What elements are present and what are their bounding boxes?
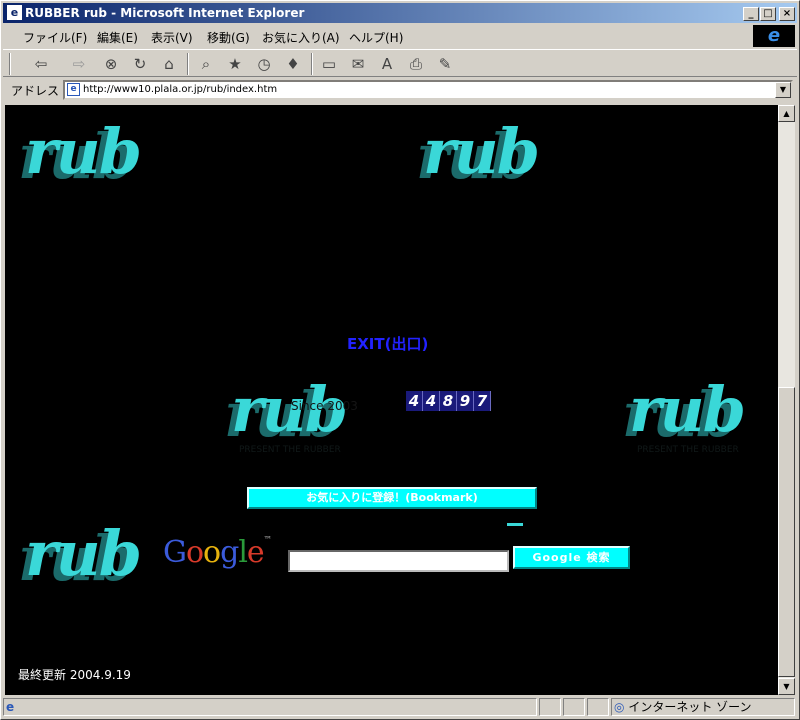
decorative-dash <box>507 523 523 526</box>
status-cell <box>539 698 561 716</box>
page-status-icon: e <box>6 700 15 714</box>
address-bar: アドレス e http://www10.plala.or.jp/rub/inde… <box>3 79 797 101</box>
maximize-button[interactable]: □ <box>760 7 776 21</box>
status-text: e <box>3 698 537 716</box>
rub-logo-subtext: PRESENT THE RUBBER <box>239 445 341 455</box>
last-updated: 最終更新 2004.9.19 <box>18 666 131 683</box>
address-url: http://www10.plala.or.jp/rub/index.htm <box>83 84 278 95</box>
scroll-thumb[interactable] <box>778 387 795 677</box>
standard-toolbar: ⇦ ⇨ ⊗ ↻ ⌂ ⌕ ★ ◷ ♦ ▭ ✉ A ⎙ ✎ <box>3 49 797 77</box>
globe-icon: ◎ <box>614 700 625 714</box>
status-cell <box>563 698 585 716</box>
address-label: アドレス <box>11 84 60 98</box>
since-text: Since 2003 <box>291 399 358 413</box>
browser-window: e RUBBER rub - Microsoft Internet Explor… <box>0 0 800 720</box>
scroll-up-icon[interactable]: ▲ <box>778 105 795 122</box>
menu-favorites[interactable]: お気に入り(A) <box>262 29 340 46</box>
page-content: rub rub EXIT(出口) rub PRESENT THE RUBBER … <box>5 105 778 695</box>
refresh-icon[interactable]: ↻ <box>129 53 151 75</box>
last-updated-date: 2004.9.19 <box>69 668 131 682</box>
google-logo: Google™ <box>163 535 272 570</box>
font-icon[interactable]: A <box>376 53 398 75</box>
home-icon[interactable]: ⌂ <box>158 53 180 75</box>
stop-icon[interactable]: ⊗ <box>100 53 122 75</box>
menu-view[interactable]: 表示(V) <box>151 29 193 46</box>
google-search-input[interactable] <box>288 550 509 572</box>
counter-digit: 8 <box>440 391 457 411</box>
edit-icon[interactable]: ✎ <box>434 53 456 75</box>
address-input[interactable]: e http://www10.plala.or.jp/rub/index.htm… <box>63 80 793 100</box>
access-counter: 4 4 8 9 7 <box>406 391 491 411</box>
toolbar-separator <box>187 53 189 75</box>
zone-label: インターネット ゾーン <box>628 700 752 714</box>
google-search-button[interactable]: Google 検索 <box>513 546 630 569</box>
ie-app-icon: e <box>7 5 22 20</box>
menu-edit[interactable]: 編集(E) <box>97 29 138 46</box>
rub-logo-subtext: PRESENT THE RUBBER <box>637 445 739 455</box>
counter-digit: 4 <box>406 391 423 411</box>
menu-help[interactable]: ヘルプ(H) <box>349 29 403 46</box>
search-icon[interactable]: ⌕ <box>195 53 217 75</box>
rub-logo: rub <box>423 115 540 188</box>
mail-icon[interactable]: ✉ <box>347 53 369 75</box>
counter-digit: 7 <box>474 391 491 411</box>
menu-bar: ファイル(F) 編集(E) 表示(V) 移動(G) お気に入り(A) ヘルプ(H… <box>3 25 751 47</box>
ie-throbber-logo: e <box>753 25 795 47</box>
scroll-down-icon[interactable]: ▼ <box>778 678 795 695</box>
print-icon[interactable]: ⎙ <box>405 53 427 75</box>
rub-logo: rub <box>629 373 746 446</box>
status-cell <box>587 698 609 716</box>
toolbar-separator <box>311 53 313 75</box>
fullscreen-icon[interactable]: ▭ <box>318 53 340 75</box>
channels-icon[interactable]: ♦ <box>282 53 304 75</box>
exit-link[interactable]: EXIT(出口) <box>347 333 428 354</box>
bookmark-button[interactable]: お気に入りに登録！(Bookmark) <box>247 487 537 509</box>
title-bar[interactable]: e RUBBER rub - Microsoft Internet Explor… <box>3 3 797 23</box>
forward-icon[interactable]: ⇨ <box>61 53 97 75</box>
status-bar: e ◎ インターネット ゾーン <box>3 697 797 717</box>
window-title: RUBBER rub - Microsoft Internet Explorer <box>25 6 305 20</box>
google-tm: ™ <box>263 535 272 544</box>
favorites-icon[interactable]: ★ <box>224 53 246 75</box>
page-icon: e <box>67 83 80 96</box>
counter-digit: 9 <box>457 391 474 411</box>
vertical-scrollbar[interactable]: ▲ ▼ <box>778 105 795 695</box>
counter-digit: 4 <box>423 391 440 411</box>
minimize-button[interactable]: _ <box>743 7 759 21</box>
back-icon[interactable]: ⇦ <box>23 53 59 75</box>
menu-file[interactable]: ファイル(F) <box>23 29 87 46</box>
toolbar-grip <box>9 53 11 75</box>
rub-logo: rub <box>25 517 142 590</box>
rub-logo: rub <box>25 115 142 188</box>
last-updated-label: 最終更新 <box>18 668 67 682</box>
history-icon[interactable]: ◷ <box>253 53 275 75</box>
close-button[interactable]: × <box>779 7 795 21</box>
menu-go[interactable]: 移動(G) <box>207 29 250 46</box>
security-zone: ◎ インターネット ゾーン <box>611 698 795 716</box>
address-dropdown-icon[interactable]: ▼ <box>775 82 791 98</box>
